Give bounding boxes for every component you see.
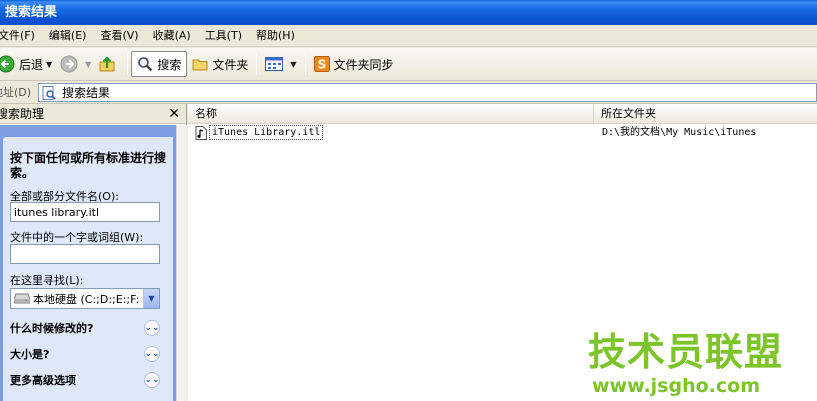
search-results-icon [42,85,56,100]
search-hint: 按下面任何或所有标准进行搜索。 [10,151,167,180]
menu-bar: 文件(F) 编辑(E) 查看(V) 收藏(A) 工具(T) 帮助(H) [0,25,817,47]
sync-icon: S [313,56,330,72]
table-row[interactable]: iTunes Library.itl D:\我的文档\My Music\iTun… [188,124,817,141]
address-label: 地址(D) [0,86,32,99]
folder-sync-label: 文件夹同步 [333,57,394,72]
menu-tools[interactable]: 工具(T) [198,26,249,46]
file-name-input[interactable] [10,202,160,222]
when-modified-label: 什么时候修改的? [10,322,94,335]
double-chevron-down-icon[interactable]: ⌄⌄ [144,346,160,362]
window-title: 搜索结果 [5,5,58,20]
search-pane-scrollbar[interactable] [176,125,187,401]
close-icon[interactable]: ✕ [168,107,180,121]
watermark-url: www.jsgho.com [592,375,760,397]
menu-view[interactable]: 查看(V) [93,26,145,46]
search-label: 搜索 [157,57,182,72]
search-icon [137,56,153,72]
toolbar-separator [256,53,258,75]
toolbar-separator [127,53,129,75]
forward-dropdown-icon[interactable]: ▼ [85,60,91,69]
back-label: 后退 [19,57,44,72]
when-modified-option[interactable]: 什么时候修改的? ⌄⌄ [10,318,160,338]
menu-favorites[interactable]: 收藏(A) [146,26,198,46]
watermark: 技术员联盟 www.jsgho.com [588,330,782,400]
up-folder-button[interactable] [94,51,124,77]
column-header-name[interactable]: 名称 [188,104,594,123]
look-in-value: 本地硬盘 (C:;D:;E:;F: [33,292,140,306]
search-form-card: 按下面任何或所有标准进行搜索。 全部或部分文件名(O): 文件中的一个字或词组(… [3,137,173,401]
double-chevron-down-icon[interactable]: ⌄⌄ [144,372,160,388]
chevron-down-icon[interactable]: ▼ [143,289,159,308]
size-option[interactable]: 大小是? ⌄⌄ [10,344,160,364]
word-phrase-label: 文件中的一个字或词组(W): [10,231,144,244]
double-chevron-down-icon[interactable]: ⌄⌄ [144,320,160,336]
menu-file[interactable]: 文件(F) [0,26,42,46]
address-bar: 地址(D) 搜索结果 [0,81,817,104]
size-label: 大小是? [10,348,50,361]
search-pane-title: 搜索助理 [0,107,45,121]
views-icon [265,57,284,71]
folders-button[interactable]: 文件夹 [187,51,253,77]
watermark-title: 技术员联盟 [588,330,784,374]
search-button[interactable]: 搜索 [131,51,188,77]
search-pane-body: 按下面任何或所有标准进行搜索。 全部或部分文件名(O): 文件中的一个字或词组(… [0,125,176,401]
address-value: 搜索结果 [62,86,111,100]
menu-edit[interactable]: 编辑(E) [42,26,94,46]
views-dropdown-icon[interactable]: ▼ [290,60,296,69]
column-header-folder[interactable]: 所在文件夹 [594,104,817,123]
file-name-text: iTunes Library.itl [209,125,324,140]
hard-drive-icon [14,293,30,304]
svg-text:S: S [317,58,326,72]
toolbar-separator [304,53,306,75]
back-button[interactable]: 后退 ▼ [0,51,57,77]
file-name-cell[interactable]: iTunes Library.itl [195,124,324,141]
toolbar: 后退 ▼ ▼ 搜索 文件夹 ▼ S 文件夹同步 [0,48,817,81]
back-dropdown-icon[interactable]: ▼ [46,60,52,69]
views-button[interactable]: ▼ [260,51,301,77]
folder-icon [192,57,208,71]
folder-path-cell: D:\我的文档\My Music\iTunes [602,127,757,138]
word-phrase-input[interactable] [10,244,160,264]
folder-sync-button[interactable]: S 文件夹同步 [309,51,399,77]
advanced-options[interactable]: 更多高级选项 ⌄⌄ [10,370,160,390]
title-bar[interactable]: 搜索结果 [0,0,817,25]
look-in-label: 在这里寻找(L): [10,274,84,287]
advanced-options-label: 更多高级选项 [10,374,76,387]
folders-label: 文件夹 [212,57,249,72]
address-input[interactable]: 搜索结果 [38,83,817,102]
search-pane-header: 搜索助理 ✕ [0,104,186,124]
music-file-icon [195,125,207,140]
search-companion-pane: 搜索助理 ✕ 按下面任何或所有标准进行搜索。 全部或部分文件名(O): 文件中的… [0,104,187,401]
menu-help[interactable]: 帮助(H) [249,26,302,46]
up-folder-icon [98,55,116,73]
back-arrow-icon [0,55,15,73]
look-in-select[interactable]: 本地硬盘 (C:;D:;E:;F: ▼ [10,288,160,309]
forward-arrow-icon [60,55,78,73]
column-headers: 名称 所在文件夹 [188,104,817,124]
forward-button[interactable]: ▼ [57,51,94,77]
